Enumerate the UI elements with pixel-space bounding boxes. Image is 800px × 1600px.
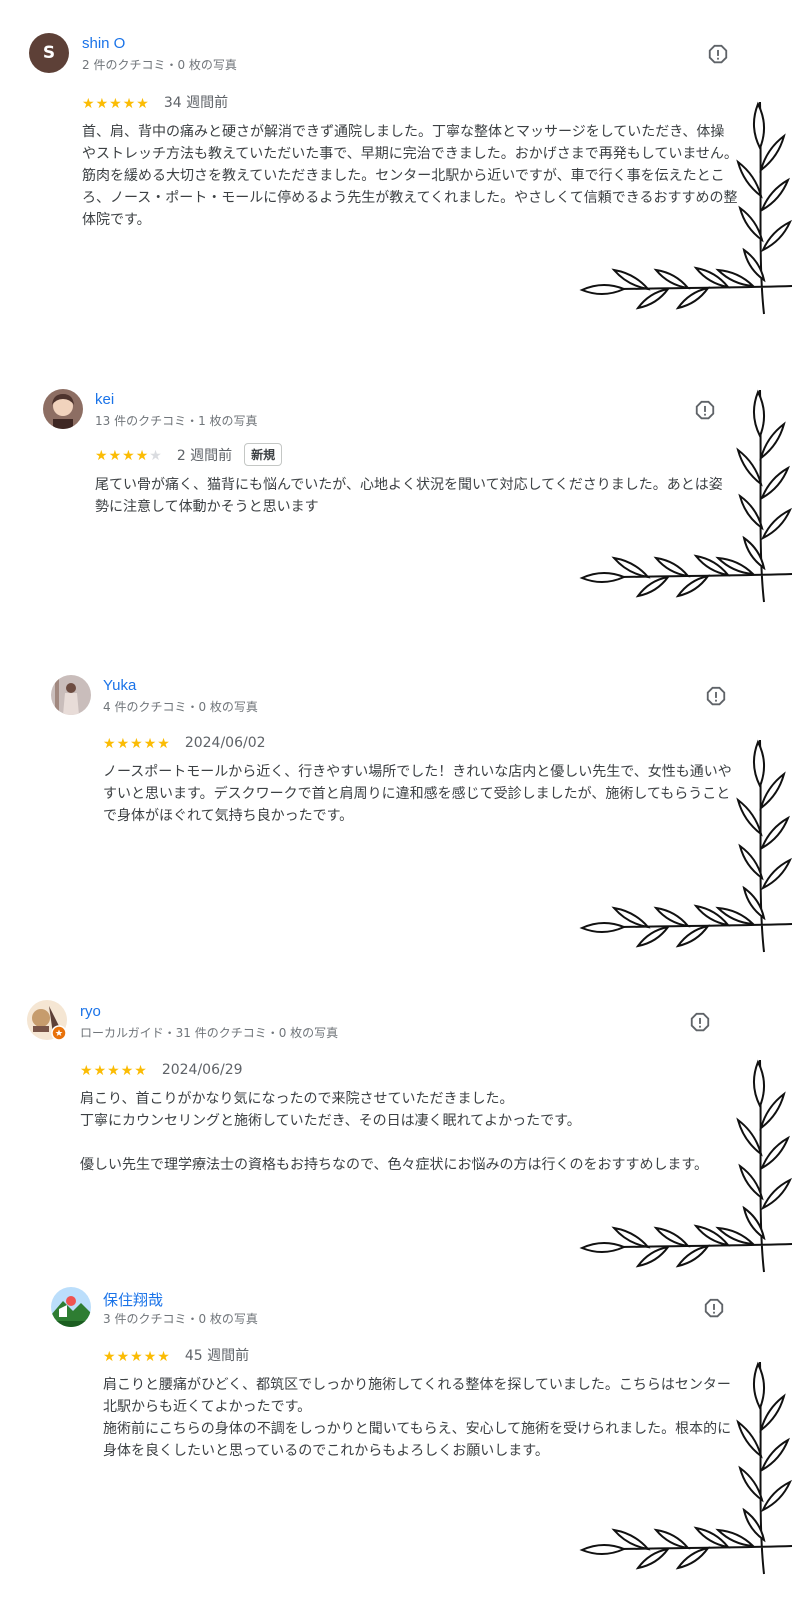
avatar-photo-icon bbox=[43, 389, 83, 429]
star-icon: ★ bbox=[80, 1063, 93, 1079]
star-rating: ★★★★★ bbox=[82, 93, 150, 112]
avatar-letter: S bbox=[42, 43, 56, 63]
star-icon: ★ bbox=[108, 448, 122, 464]
review-card: Yuka 4 件のクチコミ・0 枚の写真 ★★★★★ 2024/06/02 ノー… bbox=[0, 660, 800, 960]
star-rating: ★★★★★ bbox=[95, 445, 163, 464]
rating-row: ★★★★★ 2 週間前 新規 bbox=[95, 443, 283, 466]
avatar-photo-icon bbox=[27, 1000, 67, 1040]
review-date: 2024/06/02 bbox=[184, 734, 266, 751]
reviewer-meta: 4 件のクチコミ・0 枚の写真 bbox=[103, 700, 258, 714]
leaf-branch-corner-decoration bbox=[579, 101, 793, 315]
star-icon: ★ bbox=[130, 1348, 143, 1365]
star-icon: ★ bbox=[103, 736, 116, 752]
new-badge: 新規 bbox=[244, 443, 283, 466]
rating-row: ★★★★★ 2024/06/02 bbox=[103, 733, 266, 752]
review-card: kei 13 件のクチコミ・1 枚の写真 ★★★★★ 2 週間前 新規 尾てい骨… bbox=[0, 370, 800, 670]
star-icon: ★ bbox=[95, 95, 109, 112]
star-icon: ★ bbox=[95, 448, 108, 464]
report-flag-icon[interactable] bbox=[705, 686, 727, 708]
star-icon: ★ bbox=[116, 1348, 130, 1365]
report-flag-icon[interactable] bbox=[707, 44, 729, 66]
report-flag-icon[interactable] bbox=[703, 1298, 725, 1320]
rating-row: ★★★★★ 2024/06/29 bbox=[80, 1060, 243, 1079]
review-date: 34 週間前 bbox=[163, 95, 229, 111]
reviewer-name[interactable]: Yuka bbox=[103, 677, 136, 694]
avatar[interactable] bbox=[27, 1000, 67, 1040]
reviewer-name[interactable]: 保住翔哉 bbox=[103, 1289, 163, 1310]
star-icon: ★ bbox=[134, 1063, 147, 1079]
avatar[interactable] bbox=[43, 389, 83, 429]
leaf-branch-corner-decoration bbox=[579, 389, 793, 603]
reviewer-meta: 13 件のクチコミ・1 枚の写真 bbox=[95, 414, 258, 428]
star-icon: ★ bbox=[109, 95, 122, 112]
star-icon: ★ bbox=[122, 95, 136, 112]
reviewer-meta: ローカルガイド・31 件のクチコミ・0 枚の写真 bbox=[80, 1026, 339, 1040]
star-icon: ★ bbox=[107, 1063, 120, 1079]
star-icon: ★ bbox=[122, 448, 135, 464]
star-icon: ★ bbox=[143, 736, 157, 752]
star-icon: ★ bbox=[82, 95, 95, 112]
star-icon: ★ bbox=[103, 1348, 116, 1365]
review-date: 2 週間前 bbox=[176, 447, 233, 464]
star-icon: ★ bbox=[130, 736, 143, 752]
avatar[interactable] bbox=[51, 675, 91, 715]
review-card: ryo ローカルガイド・31 件のクチコミ・0 枚の写真 ★★★★★ 2024/… bbox=[0, 990, 800, 1280]
reviewer-meta: 3 件のクチコミ・0 枚の写真 bbox=[103, 1312, 258, 1326]
leaf-branch-corner-decoration bbox=[579, 1059, 793, 1273]
star-rating: ★★★★★ bbox=[103, 1346, 171, 1365]
review-card: S shin O 2 件のクチコミ・0 枚の写真 ★★★★★ 34 週間前 首、… bbox=[0, 0, 800, 340]
report-flag-icon[interactable] bbox=[689, 1012, 711, 1034]
rating-row: ★★★★★ 34 週間前 bbox=[82, 92, 228, 112]
star-icon: ★ bbox=[135, 448, 149, 464]
star-icon: ★ bbox=[116, 736, 130, 752]
star-rating: ★★★★★ bbox=[103, 733, 171, 752]
star-icon: ★ bbox=[149, 448, 162, 464]
reviewer-name[interactable]: ryo bbox=[80, 1003, 101, 1020]
avatar[interactable] bbox=[51, 1287, 91, 1327]
avatar[interactable]: S bbox=[29, 33, 69, 73]
star-rating: ★★★★★ bbox=[80, 1060, 148, 1079]
star-icon: ★ bbox=[93, 1063, 107, 1079]
star-icon: ★ bbox=[143, 1348, 157, 1365]
star-icon: ★ bbox=[157, 736, 170, 752]
review-card: 保住翔哉 3 件のクチコミ・0 枚の写真 ★★★★★ 45 週間前 肩こりと腰痛… bbox=[0, 1287, 800, 1600]
leaf-branch-corner-decoration bbox=[579, 1361, 793, 1575]
avatar-photo-icon bbox=[51, 675, 91, 715]
reviewer-name[interactable]: kei bbox=[95, 391, 114, 408]
review-date: 2024/06/29 bbox=[161, 1061, 243, 1078]
reviewer-name[interactable]: shin O bbox=[82, 35, 125, 52]
rating-row: ★★★★★ 45 週間前 bbox=[103, 1345, 249, 1365]
avatar-photo-icon bbox=[51, 1287, 91, 1327]
reviewer-meta: 2 件のクチコミ・0 枚の写真 bbox=[82, 58, 237, 72]
star-icon: ★ bbox=[120, 1063, 134, 1079]
review-date: 45 週間前 bbox=[184, 1348, 250, 1364]
star-icon: ★ bbox=[157, 1348, 170, 1365]
leaf-branch-corner-decoration bbox=[579, 739, 793, 953]
star-icon: ★ bbox=[136, 95, 149, 112]
